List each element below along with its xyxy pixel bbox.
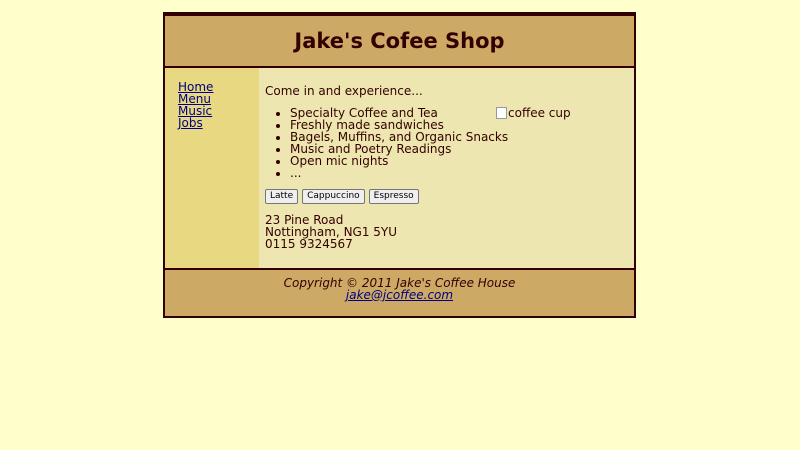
site-header: Jake's Cofee Shop (165, 16, 634, 68)
sidebar-nav: Home Menu Music Jobs (165, 68, 259, 268)
address-block: 23 Pine Road Nottingham, NG1 5YU 0115 93… (265, 214, 634, 250)
drink-button-group: Latte Cappuccino Espresso (265, 189, 634, 204)
broken-image-icon (496, 107, 507, 119)
page-title: Jake's Cofee Shop (294, 29, 505, 53)
espresso-button[interactable]: Espresso (368, 189, 419, 204)
list-item: ... (290, 167, 634, 179)
image-alt-text: coffee cup (508, 106, 571, 120)
latte-button[interactable]: Latte (265, 189, 299, 204)
nav-link-jobs[interactable]: Jobs (178, 117, 259, 129)
page-wrapper: Jake's Cofee Shop Home Menu Music Jobs C… (163, 12, 636, 318)
cappuccino-button[interactable]: Cappuccino (302, 189, 365, 204)
email-link[interactable]: jake@jcoffee.com (346, 288, 453, 302)
address-phone: 0115 9324567 (265, 237, 353, 251)
main-area: Home Menu Music Jobs Come in and experie… (165, 68, 634, 270)
list-item: Open mic nights (290, 155, 634, 167)
main-content: Come in and experience... Specialty Coff… (259, 68, 634, 268)
coffee-cup-image: coffee cup (496, 106, 571, 120)
intro-text: Come in and experience... (265, 84, 423, 98)
site-footer: Copyright © 2011 Jake's Coffee House jak… (165, 270, 634, 316)
feature-list: Specialty Coffee and Tea Freshly made sa… (265, 107, 634, 179)
